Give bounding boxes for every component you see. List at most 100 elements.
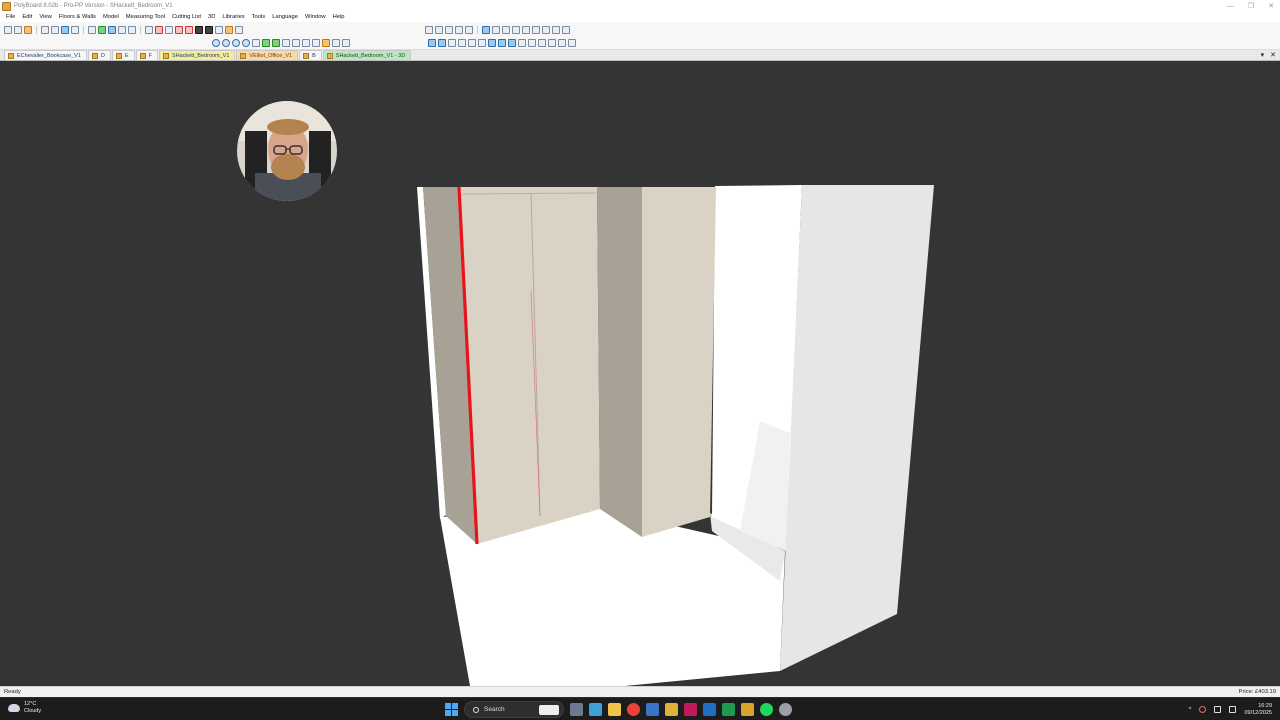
3d-scene[interactable]	[0, 61, 1280, 686]
rotate-right-icon[interactable]	[222, 39, 230, 47]
taskbar-search[interactable]: Search	[464, 701, 564, 718]
menu-model[interactable]: Model	[103, 14, 119, 20]
print-icon[interactable]	[41, 26, 49, 34]
menu-cutting-list[interactable]: Cutting List	[172, 14, 201, 20]
chrome-icon[interactable]	[627, 703, 640, 716]
zoom-out-icon[interactable]	[435, 26, 443, 34]
undo-icon[interactable]	[61, 26, 69, 34]
view-3d-icon[interactable]	[482, 26, 490, 34]
panel-cross-icon[interactable]	[185, 26, 193, 34]
menu-window[interactable]: Window	[305, 14, 326, 20]
view-top-icon[interactable]	[512, 26, 520, 34]
restore-button[interactable]: ❐	[1248, 2, 1254, 10]
view-options-icon[interactable]	[562, 26, 570, 34]
light-bulb-icon[interactable]	[322, 39, 330, 47]
view-dims-icon[interactable]	[552, 26, 560, 34]
copilot-icon[interactable]	[589, 703, 602, 716]
right-carcass-front[interactable]	[642, 187, 716, 537]
rotate-left-icon[interactable]	[212, 39, 220, 47]
print-preview-icon[interactable]	[51, 26, 59, 34]
zoom-window-icon[interactable]	[455, 26, 463, 34]
panel-outline-icon[interactable]	[302, 39, 310, 47]
tab-list-dropdown[interactable]: ▾	[1261, 51, 1265, 59]
layers-icon[interactable]	[108, 26, 116, 34]
perspective-icon[interactable]	[252, 39, 260, 47]
view-box-1-icon[interactable]	[428, 39, 436, 47]
view-box-11-icon[interactable]	[528, 39, 536, 47]
tab-close-button[interactable]: ✕	[1270, 51, 1276, 59]
minimize-button[interactable]: —	[1227, 3, 1234, 10]
notes-icon[interactable]	[741, 703, 754, 716]
open-folder-icon[interactable]	[24, 26, 32, 34]
app-blue-icon[interactable]	[703, 703, 716, 716]
menu-libraries[interactable]: Libraries	[222, 14, 244, 20]
menu-3d[interactable]: 3D	[208, 14, 215, 20]
middle-carcass-side[interactable]	[597, 187, 642, 537]
view-box-6-icon[interactable]	[478, 39, 486, 47]
zoom-extents-icon[interactable]	[445, 26, 453, 34]
view-box-7-icon[interactable]	[488, 39, 496, 47]
3d-viewport[interactable]	[0, 61, 1280, 686]
grid-icon[interactable]	[118, 26, 126, 34]
outlook-icon[interactable]	[646, 703, 659, 716]
excel-icon[interactable]	[722, 703, 735, 716]
view-box-4-icon[interactable]	[458, 39, 466, 47]
view-iso-icon[interactable]	[522, 26, 530, 34]
wardrobe-door-unit[interactable]	[459, 187, 600, 544]
tab-f[interactable]: F	[135, 50, 158, 60]
menu-edit[interactable]: Edit	[22, 14, 32, 20]
weather-widget[interactable]: 12°C Cloudy	[8, 701, 41, 715]
render-texture-icon[interactable]	[272, 39, 280, 47]
view-box-13-icon[interactable]	[548, 39, 556, 47]
task-view-icon[interactable]	[570, 703, 583, 716]
tab-echevalier-bookcase[interactable]: EChevalier_Bookcase_V1	[4, 50, 87, 60]
view-elevation-icon[interactable]	[542, 26, 550, 34]
panel-list-icon[interactable]	[165, 26, 173, 34]
microphone-icon[interactable]	[1199, 706, 1207, 713]
view-box-8-icon[interactable]	[498, 39, 506, 47]
cut-icon[interactable]	[145, 26, 153, 34]
display-icon[interactable]	[1214, 706, 1222, 713]
pen-icon[interactable]	[235, 26, 243, 34]
tab-e[interactable]: E	[111, 50, 135, 60]
wireframe-icon[interactable]	[282, 39, 290, 47]
view-box-10-icon[interactable]	[518, 39, 526, 47]
frame-icon[interactable]	[195, 26, 203, 34]
volume-icon[interactable]	[1229, 706, 1237, 713]
settings-gear-icon[interactable]	[779, 703, 792, 716]
close-button[interactable]: ✕	[1268, 2, 1274, 10]
new-template-icon[interactable]	[14, 26, 22, 34]
zoom-in-icon[interactable]	[425, 26, 433, 34]
cube-icon[interactable]	[312, 39, 320, 47]
tab-b[interactable]: B	[299, 50, 322, 60]
view-box-3-icon[interactable]	[448, 39, 456, 47]
menu-file[interactable]: File	[6, 14, 15, 20]
windows-start-icon[interactable]	[445, 703, 458, 716]
panel-red-icon[interactable]	[155, 26, 163, 34]
rotate-up-icon[interactable]	[232, 39, 240, 47]
redo-icon[interactable]	[71, 26, 79, 34]
clock[interactable]: 16:29 09/12/2025	[1244, 703, 1272, 717]
view-front-icon[interactable]	[492, 26, 500, 34]
pan-hand-icon[interactable]	[465, 26, 473, 34]
view-box-2-icon[interactable]	[438, 39, 446, 47]
paste-icon[interactable]	[88, 26, 96, 34]
cabinet-copy-icon[interactable]	[98, 26, 106, 34]
menu-language[interactable]: Language	[272, 14, 298, 20]
tab-shackett-bedroom-3d[interactable]: SHackett_Bedroom_V1 - 3D	[322, 50, 412, 60]
tab-velliot-office[interactable]: VElliot_Office_V1	[236, 50, 299, 60]
menu-view[interactable]: View	[39, 14, 51, 20]
view-section-icon[interactable]	[532, 26, 540, 34]
view-box-5-icon[interactable]	[468, 39, 476, 47]
grid-dark-icon[interactable]	[205, 26, 213, 34]
menu-measuring-tool[interactable]: Measuring Tool	[126, 14, 165, 20]
text-icon[interactable]	[215, 26, 223, 34]
menu-help[interactable]: Help	[333, 14, 345, 20]
view-box-9-icon[interactable]	[508, 39, 516, 47]
tab-shackett-bedroom[interactable]: SHackett_Bedroom_V1	[158, 50, 236, 60]
file-explorer-icon[interactable]	[608, 703, 621, 716]
settings-3d-icon[interactable]	[342, 39, 350, 47]
box-icon[interactable]	[292, 39, 300, 47]
view-box-15-icon[interactable]	[568, 39, 576, 47]
tray-chevron-up-icon[interactable]: ^	[1189, 707, 1192, 713]
